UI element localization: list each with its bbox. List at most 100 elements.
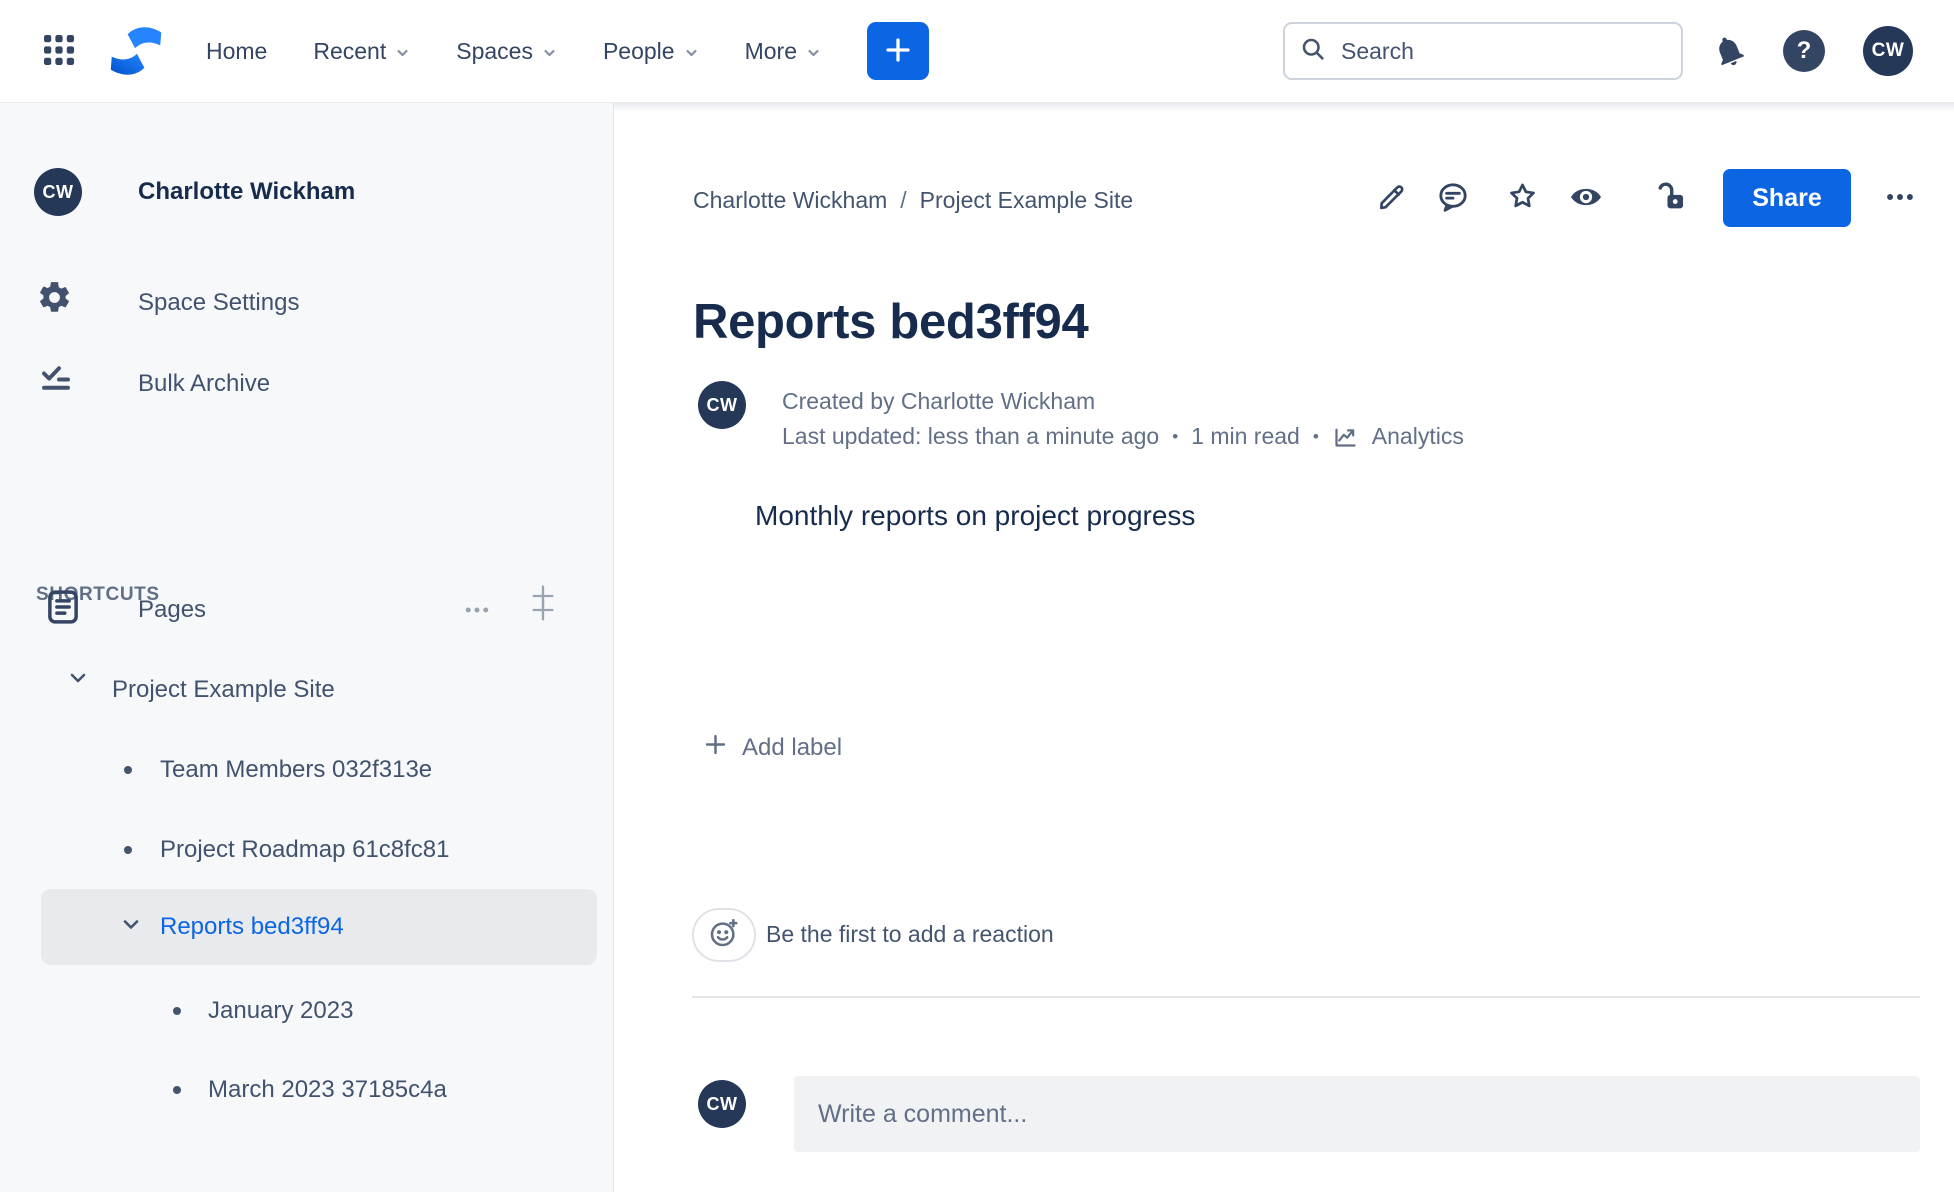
chevron-down-icon <box>684 38 699 65</box>
favorite-button[interactable] <box>1504 181 1540 217</box>
chevron-down-icon <box>806 38 821 65</box>
notifications-button[interactable] <box>1711 33 1747 69</box>
restrictions-button[interactable] <box>1653 181 1689 217</box>
tree-item-reports-selected[interactable]: Reports bed3ff94 <box>41 889 597 965</box>
star-icon <box>1506 180 1539 218</box>
space-avatar-initials: CW <box>42 181 74 202</box>
page-content: Charlotte Wickham / Project Example Site <box>614 103 1954 1192</box>
pages-header-label: Pages <box>138 596 207 623</box>
chevron-down-icon <box>66 666 90 690</box>
page-body-text: Monthly reports on project progress <box>755 500 1196 531</box>
top-navigation-bar: Home Recent Spaces People More Search ? … <box>0 0 1954 103</box>
analytics-icon <box>1332 423 1359 450</box>
byline-updated[interactable]: Last updated: less than a minute ago <box>782 419 1159 454</box>
bullet-icon <box>173 1086 181 1094</box>
primary-nav: Home Recent Spaces People More <box>206 38 821 65</box>
pages-more-button[interactable] <box>462 595 492 625</box>
add-label-button[interactable]: Add label <box>702 731 842 765</box>
help-button[interactable]: ? <box>1783 30 1825 72</box>
question-mark-icon: ? <box>1796 37 1812 64</box>
sidebar-section-pages[interactable]: Pages <box>0 586 599 634</box>
confluence-app: Home Recent Spaces People More Search ? … <box>0 0 1954 1192</box>
tree-item-project-example-site[interactable]: Project Example Site <box>0 666 599 714</box>
add-page-button[interactable] <box>528 595 558 625</box>
plus-icon <box>702 731 729 765</box>
nav-more[interactable]: More <box>745 38 821 65</box>
search-icon <box>1299 35 1327 68</box>
byline: Created by Charlotte Wickham Last update… <box>782 384 1464 454</box>
bell-icon <box>1706 28 1753 75</box>
bulk-archive-label: Bulk Archive <box>138 370 271 397</box>
nav-spaces[interactable]: Spaces <box>456 38 557 65</box>
ellipsis-icon <box>1883 180 1917 219</box>
tree-item-label: Reports bed3ff94 <box>160 913 344 940</box>
tree-item-project-roadmap[interactable]: Project Roadmap 61c8fc81 <box>0 826 599 874</box>
comment-button[interactable] <box>1435 181 1471 217</box>
app-switcher-button[interactable] <box>40 31 78 72</box>
nav-spaces-label: Spaces <box>456 37 533 64</box>
search-input[interactable] <box>1339 36 1667 66</box>
space-header[interactable]: CW Charlotte Wickham <box>0 168 599 216</box>
space-sidebar: CW Charlotte Wickham Space Settings Bulk… <box>0 103 614 1192</box>
more-actions-button[interactable] <box>1882 181 1918 217</box>
breadcrumb-item[interactable]: Charlotte Wickham <box>693 187 887 214</box>
analytics-link[interactable]: Analytics <box>1372 419 1464 454</box>
grid-icon <box>40 31 78 72</box>
breadcrumb: Charlotte Wickham / Project Example Site <box>693 187 1133 214</box>
bullet-icon <box>124 846 132 854</box>
nav-people[interactable]: People <box>603 38 699 65</box>
eye-icon <box>1568 179 1604 220</box>
tree-item-team-members[interactable]: Team Members 032f313e <box>0 746 599 794</box>
tree-item-march-2023[interactable]: March 2023 37185c4a <box>0 1066 599 1114</box>
byline-avatar-initials: CW <box>706 394 738 415</box>
breadcrumb-item[interactable]: Project Example Site <box>920 187 1133 214</box>
nav-people-label: People <box>602 37 675 64</box>
tree-item-label: January 2023 <box>208 997 354 1024</box>
watch-button[interactable] <box>1568 181 1604 217</box>
profile-avatar[interactable]: CW <box>1863 26 1913 76</box>
chevron-down-icon <box>542 38 557 65</box>
comment-avatar: CW <box>698 1080 746 1128</box>
tree-item-label: Team Members 032f313e <box>160 756 433 783</box>
comment-input[interactable] <box>794 1076 1920 1152</box>
space-settings-label: Space Settings <box>138 289 300 316</box>
nav-home[interactable]: Home <box>206 38 267 65</box>
tree-item-label: March 2023 37185c4a <box>208 1076 447 1103</box>
add-reaction-button[interactable] <box>692 908 756 962</box>
gear-icon <box>36 279 73 316</box>
pages-icon <box>42 586 84 628</box>
space-name: Charlotte Wickham <box>138 178 356 205</box>
byline-avatar[interactable]: CW <box>698 381 746 429</box>
sidebar-item-space-settings[interactable]: Space Settings <box>0 279 599 327</box>
create-button[interactable] <box>866 22 929 80</box>
reaction-prompt: Be the first to add a reaction <box>766 921 1054 947</box>
confluence-logo[interactable] <box>104 23 168 79</box>
unlock-icon <box>1654 180 1688 219</box>
pencil-icon <box>1376 181 1408 218</box>
nav-recent[interactable]: Recent <box>313 38 410 65</box>
share-button[interactable]: Share <box>1723 169 1851 227</box>
comments-divider <box>692 996 1920 998</box>
comment-bubble-icon <box>1436 180 1470 219</box>
page-title: Reports bed3ff94 <box>693 294 1089 349</box>
profile-avatar-initials: CW <box>1871 40 1905 61</box>
byline-read-time: 1 min read <box>1191 423 1300 449</box>
chevron-down-icon <box>395 38 410 65</box>
add-label-text: Add label <box>742 734 843 761</box>
comment-avatar-initials: CW <box>706 1093 738 1114</box>
space-avatar: CW <box>34 168 82 216</box>
byline-dot: • <box>1312 427 1319 446</box>
edit-button[interactable] <box>1374 181 1410 217</box>
smiley-add-icon <box>708 917 740 954</box>
search-box[interactable] <box>1283 22 1683 80</box>
bullet-icon <box>173 1007 181 1015</box>
chevron-down-icon <box>119 913 143 942</box>
tree-item-label: Project Roadmap 61c8fc81 <box>160 836 450 863</box>
nav-more-label: More <box>744 37 797 64</box>
bulk-archive-icon <box>38 360 74 396</box>
tree-item-january-2023[interactable]: January 2023 <box>0 987 599 1035</box>
sidebar-item-bulk-archive[interactable]: Bulk Archive <box>0 360 599 408</box>
bullet-icon <box>124 766 132 774</box>
byline-dot: • <box>1172 427 1179 446</box>
tree-item-label: Project Example Site <box>112 676 335 703</box>
